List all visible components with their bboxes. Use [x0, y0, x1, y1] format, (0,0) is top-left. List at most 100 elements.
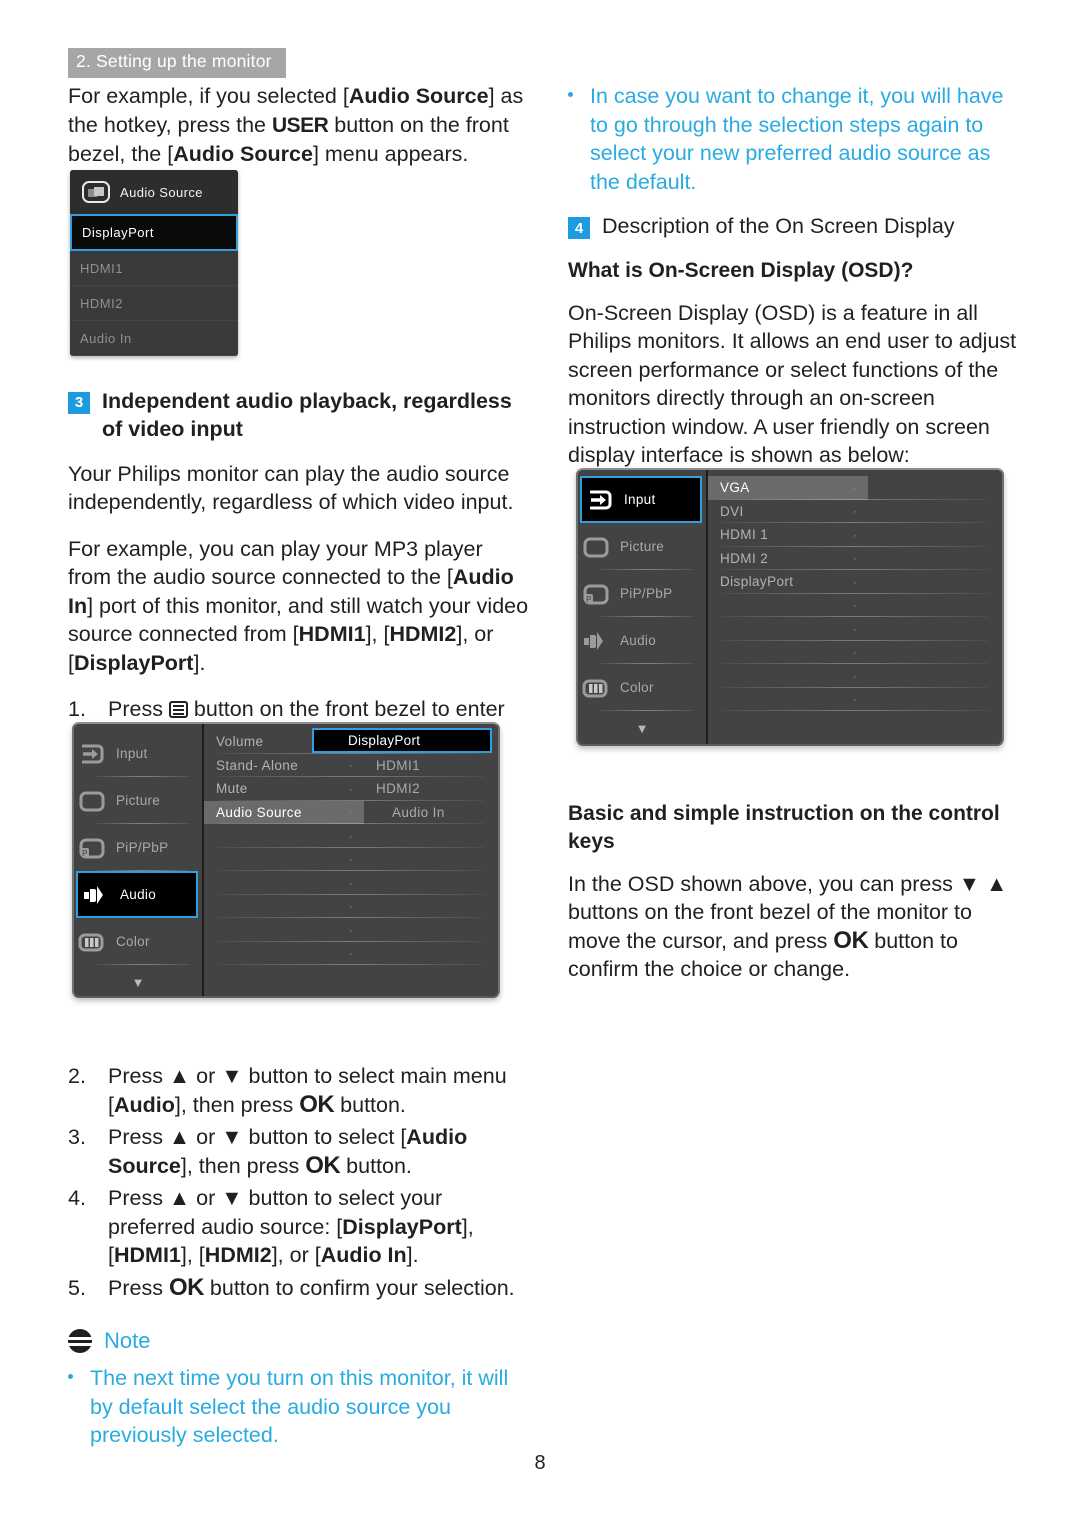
sidebar-item-color[interactable]: Color [578, 664, 706, 711]
speaker-icon [82, 881, 112, 909]
sidebar-item-picture[interactable]: Picture [74, 777, 202, 824]
osd-row-stand-alone[interactable]: Stand- Alone · HDMI1 [204, 754, 498, 777]
sidebar-item-input[interactable]: Input [74, 730, 202, 777]
sidebar-item-picture-label: Picture [116, 793, 161, 808]
osd-row-hdmi-1[interactable]: HDMI 1 · [708, 523, 1002, 547]
p2-bold3: HDMI2 [389, 622, 457, 646]
intro-seg4: ] menu appears. [312, 142, 469, 166]
s3-seg1: Press ▲ or ▼ button to select [ [108, 1125, 407, 1149]
osd-audio-screenshot[interactable]: Input Picture P PiP/PbP Audio Color ▼ Vo… [72, 722, 500, 998]
bullet-marker-icon: · [348, 946, 354, 961]
popup-item-hdmi2[interactable]: HDMI2 [70, 286, 238, 321]
s2-seg2: ], then press [174, 1092, 300, 1117]
osd-row-displayport[interactable]: DisplayPort · [708, 570, 1002, 594]
sidebar-item-input-label: Input [116, 746, 148, 761]
bullet-marker-icon: · [348, 805, 354, 820]
osd-value-hdmi1[interactable]: HDMI1 [356, 758, 420, 773]
sidebar-item-audio[interactable]: Audio [76, 871, 198, 918]
osd-row-empty-3: · [204, 871, 498, 895]
osd-row-vga[interactable]: VGA · [708, 476, 1002, 500]
osd-input-inner: Input Picture P PiP/PbP Audio Color ▼ VG… [578, 470, 1002, 744]
osd-row-empty-4: · [708, 664, 1002, 688]
sidebar-item-pip-pbp-label: PiP/PbP [116, 840, 169, 855]
note-icon [68, 1329, 92, 1353]
bullet-marker-icon: · [348, 875, 354, 890]
sidebar-item-pip-pbp[interactable]: P PiP/PbP [578, 570, 706, 617]
s5-seg2: button to confirm your selection. [203, 1275, 515, 1300]
note-bullet-right: In case you want to change it, you will … [568, 82, 1020, 196]
note-bullet-left: The next time you turn on this monitor, … [68, 1364, 530, 1450]
osd-row-audio-source[interactable]: Audio Source · Audio In [204, 800, 498, 824]
sidebar-scroll-down-arrow[interactable]: ▼ [578, 711, 706, 744]
osd-audio-sidebar: Input Picture P PiP/PbP Audio Color ▼ [74, 724, 204, 996]
note-header: Note [68, 1328, 530, 1354]
sidebar-item-pip-pbp[interactable]: P PiP/PbP [74, 824, 202, 871]
section-3-heading: 3 Independent audio playback, regardless… [68, 387, 530, 444]
s2-seg3: button. [334, 1092, 406, 1117]
p2-seg1: For example, you can play your MP3 playe… [68, 536, 483, 590]
osd-row-empty-2: · [708, 617, 1002, 641]
bullet-dot-icon [68, 1364, 76, 1450]
osd-input-main: VGA · DVI · HDMI 1 · HDMI 2 · DisplayPor… [708, 470, 1002, 744]
color-bars-icon [582, 674, 612, 702]
picture-source-icon [82, 181, 110, 203]
s3-ok-key: OK [305, 1151, 341, 1179]
s3-seg2: ], then press [180, 1153, 306, 1178]
osd-label-displayport: DisplayPort [720, 574, 794, 590]
sidebar-divider [600, 710, 694, 711]
bullet-marker-icon: · [348, 922, 354, 937]
step-4-number: 4. [68, 1186, 86, 1210]
step-3: 3. Press ▲ or ▼ button to select [Audio … [68, 1123, 530, 1180]
osd-row-empty-3: · [708, 641, 1002, 664]
sidebar-item-picture[interactable]: Picture [578, 523, 706, 570]
osd-row-dvi[interactable]: DVI · [708, 500, 1002, 523]
bullet-marker-icon: · [348, 758, 354, 773]
section-4-subheading: What is On-Screen Display (OSD)? [568, 258, 914, 282]
intro-seg1: For example, if you selected [ [68, 84, 349, 108]
s1-seg1: Press [108, 697, 169, 721]
svg-text:P: P [82, 849, 88, 858]
sidebar-item-color[interactable]: Color [74, 918, 202, 965]
popup-item-audio-in[interactable]: Audio In [70, 321, 238, 356]
svg-text:P: P [586, 595, 592, 604]
s4-bold4: Audio In [320, 1243, 407, 1267]
osd-label-mute: Mute [216, 781, 248, 797]
osd-value-audio-in[interactable]: Audio In [356, 805, 445, 820]
input-arrow-icon [78, 740, 108, 768]
popup-item-hdmi1[interactable]: HDMI1 [70, 251, 238, 286]
bullet-marker-icon: · [852, 551, 858, 566]
s5-ok-key: OK [168, 1273, 205, 1301]
bullet-marker-icon: · [348, 828, 354, 843]
audio-source-popup-osd[interactable]: Audio Source DisplayPort HDMI1 HDMI2 Aud… [70, 170, 238, 356]
osd-value-hdmi2[interactable]: HDMI2 [356, 781, 420, 796]
sidebar-item-audio-label: Audio [620, 633, 657, 648]
popup-item-displayport[interactable]: DisplayPort [70, 214, 238, 251]
section-3-number: 3 [68, 391, 90, 414]
osd-label-vga: VGA [708, 476, 868, 500]
s4-seg5: ]. [406, 1243, 419, 1267]
popup-osd-title: Audio Source [120, 184, 203, 200]
step-4: 4. Press ▲ or ▼ button to select your pr… [68, 1184, 530, 1270]
osd-audio-inner: Input Picture P PiP/PbP Audio Color ▼ Vo… [74, 724, 498, 996]
bullet-marker-icon: · [348, 852, 354, 867]
p2-bold2: HDMI1 [298, 622, 366, 646]
bullet-marker-icon: · [852, 480, 858, 495]
menu-bars-icon [168, 701, 188, 718]
sidebar-scroll-down-arrow[interactable]: ▼ [74, 965, 202, 996]
osd-row-hdmi-2[interactable]: HDMI 2 · [708, 547, 1002, 570]
osd-row-empty-5: · [204, 918, 498, 942]
s4-seg4: ], or [ [271, 1243, 321, 1267]
bullet-dot-icon [568, 82, 576, 196]
sidebar-item-audio[interactable]: Audio [578, 617, 706, 664]
osd-selected-value-displayport[interactable]: DisplayPort [312, 728, 492, 753]
note-title: Note [104, 1328, 151, 1353]
step-3-text: Press ▲ or ▼ button to select [Audio Sou… [108, 1123, 530, 1180]
osd-input-screenshot[interactable]: Input Picture P PiP/PbP Audio Color ▼ VG… [576, 468, 1004, 746]
s2-bold1: Audio [113, 1092, 175, 1117]
sidebar-item-input[interactable]: Input [580, 476, 702, 523]
osd-row-empty-1: · [204, 824, 498, 848]
s5-seg1: Press [108, 1275, 169, 1300]
p2-bold4: DisplayPort [73, 650, 194, 675]
osd-row-mute[interactable]: Mute · HDMI2 [204, 777, 498, 801]
step-2-text: Press ▲ or ▼ button to select main menu … [108, 1062, 530, 1119]
